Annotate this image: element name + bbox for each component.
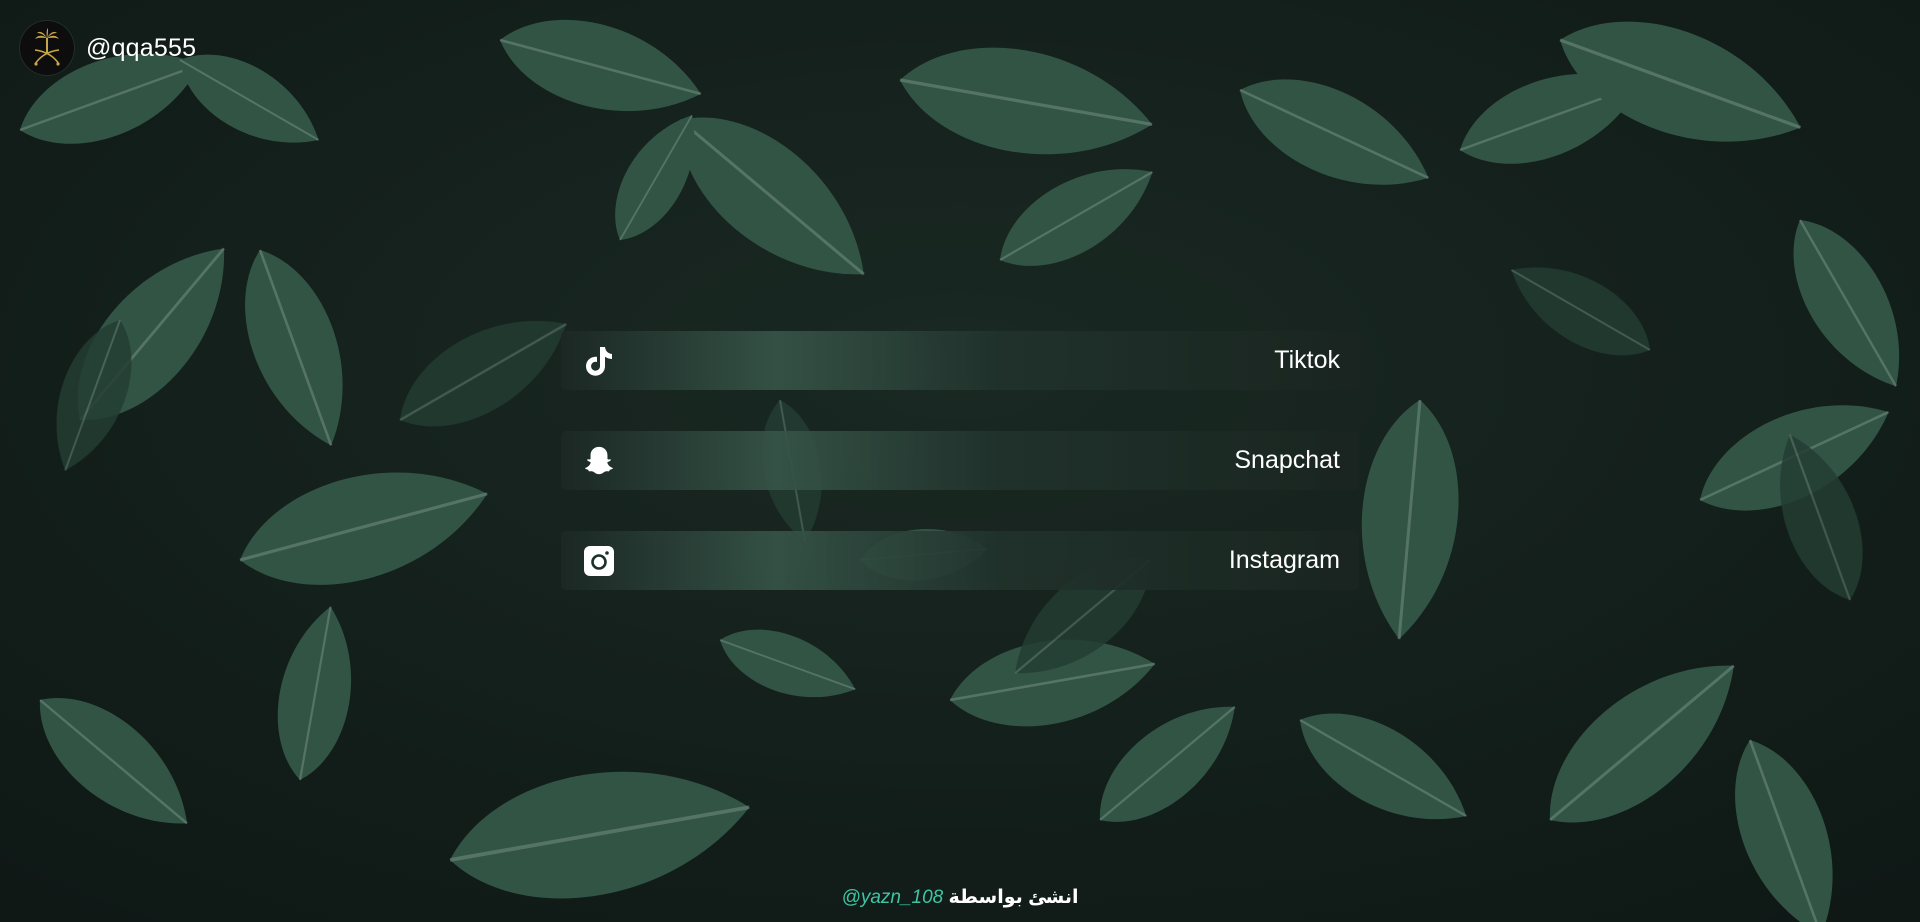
username: @qqa555	[86, 33, 197, 62]
emblem-palm-swords-icon	[34, 28, 60, 66]
tiktok-label: Tiktok	[1274, 346, 1340, 374]
instagram-icon	[583, 545, 615, 577]
tiktok-link-button[interactable]: Tiktok	[561, 331, 1359, 390]
profile-header: @qqa555	[20, 21, 196, 75]
avatar[interactable]	[20, 21, 74, 75]
author-handle-link[interactable]: @yazn_108	[842, 887, 944, 908]
instagram-link-button[interactable]: Instagram	[561, 531, 1359, 590]
created-by-text: انشئ بواسطة	[948, 887, 1079, 908]
instagram-label: Instagram	[1228, 546, 1340, 574]
snapchat-link-button[interactable]: Snapchat	[561, 431, 1359, 490]
footer-credit: @yazn_108 انشئ بواسطة	[0, 886, 1920, 909]
tiktok-icon	[583, 345, 615, 377]
snapchat-label: Snapchat	[1234, 446, 1340, 474]
social-links-list: Tiktok Snapchat Instagram	[561, 331, 1359, 631]
snapchat-ghost-icon	[583, 445, 615, 477]
